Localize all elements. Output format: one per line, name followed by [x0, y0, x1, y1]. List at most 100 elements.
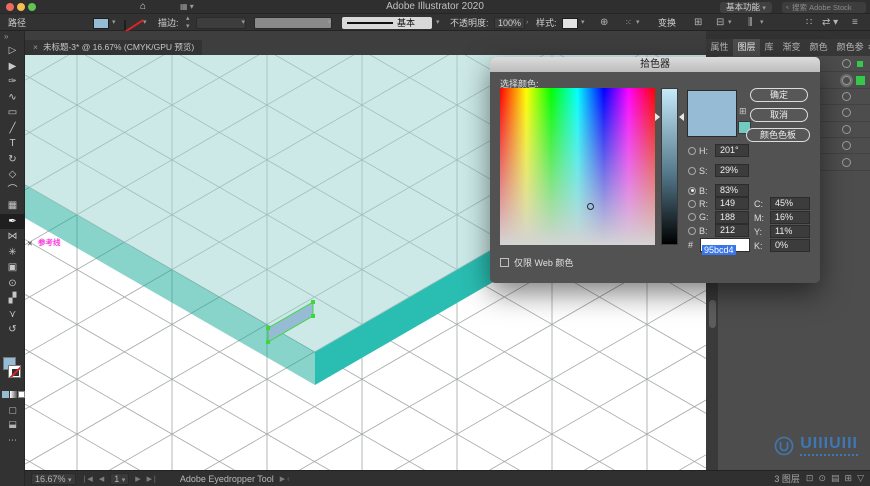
checkbox-icon[interactable] — [500, 258, 509, 267]
layer-target-icon[interactable] — [842, 157, 851, 167]
color-swatches-button[interactable]: 颜色色板 — [746, 128, 810, 142]
color-mode-icon[interactable] — [2, 391, 9, 398]
stroke-proxy-swatch[interactable] — [8, 365, 21, 378]
selection-tool[interactable]: ▷ — [0, 43, 25, 59]
hsb-H-value[interactable]: 201° — [715, 144, 749, 157]
web-colors-only-checkbox[interactable]: 仅限 Web 颜色 — [500, 256, 573, 269]
close-document-icon[interactable]: × — [33, 42, 38, 52]
hsb-H-radio[interactable] — [688, 146, 696, 155]
tab-颜色[interactable]: 颜色 — [805, 39, 832, 56]
search-input[interactable] — [792, 2, 862, 12]
style-dropdown-icon[interactable]: ▾ — [581, 15, 585, 31]
locate-object-icon[interactable]: ⊡ — [806, 473, 814, 484]
layer-target-icon[interactable] — [842, 108, 851, 118]
status-expand-icon[interactable]: ▶ ‹ — [280, 475, 290, 483]
rgb-B-value[interactable]: 212 — [715, 224, 749, 237]
stroke-color-swatch[interactable] — [124, 19, 126, 32]
scrollbar-thumb[interactable] — [708, 300, 716, 328]
style-swatch[interactable] — [562, 17, 578, 29]
last-artboard-icon[interactable]: ▶❘ — [147, 475, 158, 483]
pen-tool[interactable]: ✑ — [0, 74, 25, 90]
stroke-stepper[interactable]: ▴ ▾ — [186, 15, 190, 31]
stock-search[interactable] — [782, 1, 866, 13]
tab-渐变[interactable]: 渐变 — [778, 39, 805, 56]
cmyk-C-value[interactable]: 45% — [770, 197, 810, 210]
zoom-tool[interactable]: ⊙ — [0, 276, 25, 292]
first-artboard-icon[interactable]: ❘◀ — [82, 475, 93, 483]
artboard-navigation-select[interactable]: 1 ▾ — [110, 472, 130, 485]
cancel-button[interactable]: 取消 — [750, 108, 808, 122]
preferences-grid-icon[interactable]: ⁙ — [625, 15, 632, 31]
ok-button[interactable]: 确定 — [750, 88, 808, 102]
curvature-tool[interactable]: ∿ — [0, 90, 25, 106]
opacity-chevron-icon[interactable]: › — [526, 15, 528, 31]
out-of-web-color-icon[interactable]: ⊞ — [739, 106, 747, 117]
eraser-tool[interactable]: ◇ — [0, 167, 25, 183]
variable-width-combo[interactable]: ▾ — [254, 17, 332, 29]
screen-mode-icon[interactable]: ⬓ — [0, 419, 25, 430]
color-marker[interactable] — [586, 202, 594, 210]
tab-图层[interactable]: 图层 — [733, 39, 761, 56]
transform-label[interactable]: 变换 — [658, 15, 676, 31]
slice-tool[interactable]: ▞ — [0, 291, 25, 307]
layer-target-icon[interactable] — [842, 59, 851, 69]
opacity-value[interactable]: 100% — [494, 17, 526, 29]
dialog-title[interactable]: 拾色器 — [490, 57, 820, 72]
hsb-B-value[interactable]: 83% — [715, 184, 749, 197]
cmyk-Y-value[interactable]: 11% — [770, 225, 810, 238]
brightness-slider[interactable] — [655, 88, 684, 245]
hsb-S-value[interactable]: 29% — [715, 164, 749, 177]
rgb-G-radio[interactable] — [688, 213, 696, 221]
layer-target-icon[interactable] — [842, 124, 851, 134]
next-artboard-icon[interactable]: ▶ — [135, 475, 140, 483]
gradient-tool[interactable]: ▦ — [0, 198, 25, 214]
cmyk-M-value[interactable]: 16% — [770, 211, 810, 224]
hex-input[interactable]: 95bcd4 — [700, 238, 750, 255]
hand-tool[interactable]: ⌒ — [0, 183, 25, 199]
distribute-dropdown-icon[interactable]: ▾ — [760, 15, 764, 31]
tab-属性[interactable]: 属性 — [706, 39, 733, 56]
rgb-R-value[interactable]: 149 — [715, 197, 749, 210]
paintbrush-tool[interactable]: ╱ — [0, 121, 25, 137]
direct-selection-tool[interactable]: ▶ — [0, 59, 25, 75]
workspace-switcher[interactable]: 基本功能 ▾ — [720, 1, 772, 13]
symbol-sprayer-tool[interactable]: ✳ — [0, 245, 25, 261]
prev-artboard-icon[interactable]: ◀ — [99, 475, 104, 483]
artboard-tool[interactable]: ▣ — [0, 260, 25, 276]
new-layer-icon[interactable]: ⊞ — [845, 473, 853, 484]
slider-left-arrow-icon[interactable] — [655, 113, 660, 121]
tools-expand-icon[interactable]: » — [0, 31, 24, 43]
layer-target-icon[interactable] — [842, 91, 851, 101]
hsb-S-radio[interactable] — [688, 166, 696, 175]
distribute-icon[interactable]: ⫼ — [748, 15, 753, 31]
fill-dropdown-icon[interactable]: ▾ — [112, 15, 116, 31]
rotate-tool[interactable]: ↻ — [0, 152, 25, 168]
rotate-view-tool[interactable]: ↺ — [0, 322, 25, 338]
zoom-level-select[interactable]: 16.67% ▾ — [31, 472, 76, 485]
new-sublayer-icon[interactable]: ▤ — [831, 473, 840, 484]
eyedropper-tool[interactable]: ✒ — [0, 213, 25, 229]
gradient-mode-icon[interactable] — [10, 391, 17, 398]
arrange-documents-icon[interactable]: ∷ — [806, 15, 812, 31]
rgb-G-value[interactable]: 188 — [715, 210, 749, 224]
share-screen-icon[interactable]: ⇄ ▾ — [822, 15, 838, 31]
layer-target-icon[interactable] — [842, 75, 851, 85]
stroke-weight-combo[interactable]: ▾ — [196, 17, 246, 29]
rgb-B-radio[interactable] — [688, 226, 696, 235]
type-tool[interactable]: T — [0, 136, 25, 152]
brush-dropdown-icon[interactable]: ▾ — [436, 15, 440, 31]
color-spectrum-field[interactable] — [500, 88, 655, 245]
document-tab[interactable]: × 未标题-3* @ 16.67% (CMYK/GPU 预览) — [25, 40, 203, 55]
join-tool[interactable]: ⋎ — [0, 307, 25, 323]
fill-color-swatch[interactable] — [93, 17, 109, 29]
rgb-R-radio[interactable] — [688, 199, 696, 208]
cmyk-K-value[interactable]: 0% — [770, 239, 810, 252]
document-setup-icon[interactable]: ⊕ — [600, 15, 608, 31]
align-dropdown-icon[interactable]: ▾ — [728, 15, 732, 31]
slider-right-arrow-icon[interactable] — [679, 113, 684, 121]
none-mode-icon[interactable] — [18, 391, 25, 398]
tab-库[interactable]: 库 — [760, 39, 778, 56]
more-tools-icon[interactable]: ⋯ — [0, 435, 25, 446]
panel-list-icon[interactable]: ≡ — [852, 15, 858, 31]
draw-mode-icon[interactable]: ▢ — [0, 405, 25, 416]
